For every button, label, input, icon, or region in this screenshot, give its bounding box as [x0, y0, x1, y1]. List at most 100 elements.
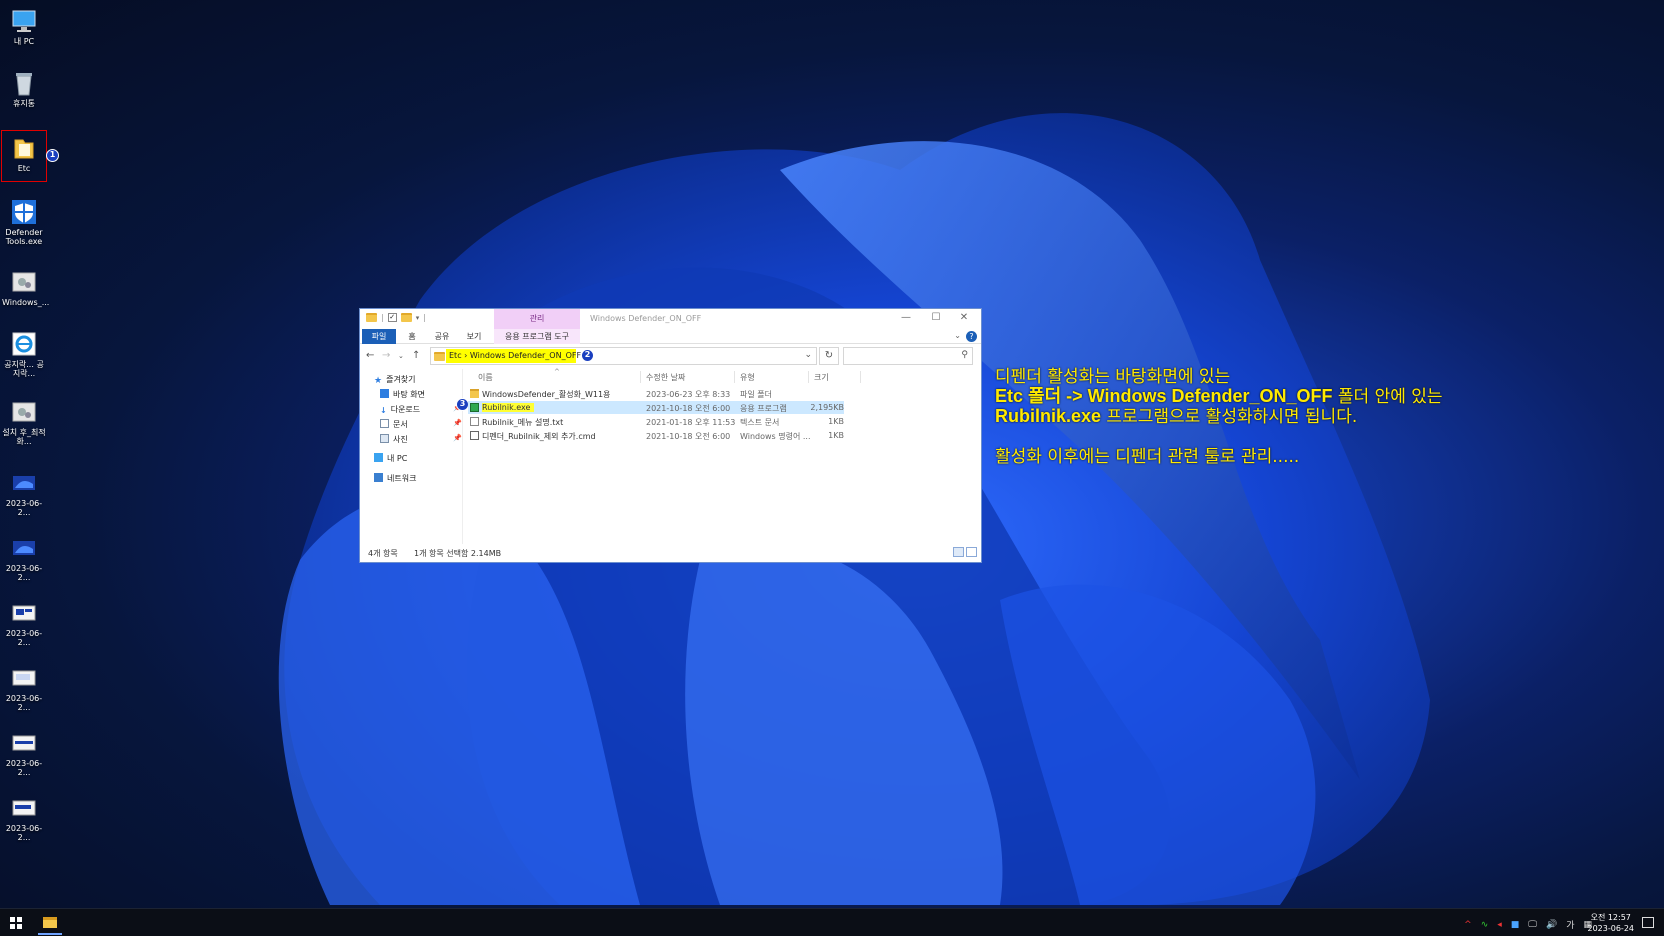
- taskbar-clock[interactable]: 오전 12:57 2023-06-24: [1588, 912, 1635, 934]
- column-separator[interactable]: [860, 371, 861, 383]
- file-type: 파일 폴더: [740, 390, 772, 399]
- nav-this-pc[interactable]: 내 PC: [374, 453, 407, 464]
- ime-indicator[interactable]: 가: [1566, 918, 1574, 931]
- view-toggle: [953, 547, 977, 557]
- taskbar-file-explorer[interactable]: [38, 911, 62, 935]
- column-header-date[interactable]: 수정한 날짜: [646, 372, 685, 383]
- navigation-pane: ★즐겨찾기 바탕 화면 ↓다운로드 문서 사진 📌 📌 📌 내 PC 네트워크 …: [360, 369, 469, 544]
- settings-file-icon: [12, 402, 36, 422]
- address-dropdown-icon[interactable]: ⌄: [804, 350, 812, 360]
- pictures-icon: [380, 434, 389, 443]
- desktop-icon-label: Windows_...: [2, 298, 50, 307]
- desktop-icon-image[interactable]: 2023-06-2...: [2, 535, 46, 582]
- desktop-icon-label: 휴지통: [12, 99, 36, 108]
- tab-file[interactable]: 파일: [362, 329, 396, 344]
- forward-arrow-icon[interactable]: →: [382, 350, 390, 361]
- properties-icon[interactable]: ✓: [387, 313, 397, 322]
- step-badge-2: 2: [581, 349, 594, 362]
- table-row[interactable]: WindowsDefender_활성화_W11용 2023-06-23 오후 8…: [468, 387, 844, 400]
- nav-network[interactable]: 네트워크: [374, 473, 416, 484]
- recent-locations-chevron-icon[interactable]: ⌄: [398, 352, 404, 360]
- title-bar[interactable]: | ✓ ▾ | 관리 Windows Defender_ON_OFF — ☐ ✕: [360, 309, 981, 329]
- network-icon: [374, 473, 383, 482]
- file-type: 응용 프로그램: [740, 404, 787, 413]
- search-input[interactable]: ⚲: [843, 347, 973, 365]
- table-row[interactable]: Rubilnik.exe 2021-10-18 오전 6:00 응용 프로그램 …: [468, 401, 844, 414]
- help-icon[interactable]: ?: [966, 331, 977, 342]
- table-row[interactable]: Rubilnik_메뉴 설명.txt 2021-01-18 오후 11:53 텍…: [468, 415, 844, 428]
- refresh-icon[interactable]: ↻: [819, 347, 839, 365]
- column-header-name[interactable]: 이름: [478, 372, 493, 383]
- tray-alert-icon[interactable]: ◂: [1497, 920, 1502, 930]
- tab-view[interactable]: 보기: [460, 329, 488, 344]
- monitor-icon: [12, 10, 36, 32]
- maximize-button[interactable]: ☐: [921, 312, 951, 323]
- desktop-icon-image[interactable]: 2023-06-2...: [2, 665, 46, 712]
- file-explorer-window[interactable]: | ✓ ▾ | 관리 Windows Defender_ON_OFF — ☐ ✕…: [359, 308, 982, 563]
- cmd-file-icon: [470, 431, 479, 440]
- desktop-icon-windows[interactable]: Windows_...: [2, 269, 50, 307]
- text-file-icon: [470, 417, 479, 426]
- desktop-icon-defender-tools[interactable]: Defender Tools.exe: [2, 199, 46, 246]
- desktop-icon-ie-shortcut[interactable]: 공지락... 공지락...: [2, 331, 46, 378]
- desktop-icon-image[interactable]: 2023-06-2...: [2, 730, 46, 777]
- desktop-icon-image[interactable]: 2023-06-2...: [2, 600, 46, 647]
- desktop-icon-recycle-bin[interactable]: 휴지통: [2, 70, 46, 108]
- desktop-icon-image[interactable]: 2023-06-2...: [2, 795, 46, 842]
- tray-display-icon[interactable]: 🖵: [1528, 920, 1537, 930]
- minimize-button[interactable]: —: [891, 312, 921, 323]
- note-bold-text: Rubilnik.exe: [995, 406, 1102, 426]
- nav-label: 즐겨찾기: [386, 375, 416, 384]
- column-header-size[interactable]: 크기: [814, 372, 829, 383]
- tab-application-tools[interactable]: 응용 프로그램 도구: [494, 329, 580, 344]
- tab-share[interactable]: 공유: [428, 329, 456, 344]
- nav-quick-access[interactable]: ★ 즐겨찾기: [374, 374, 416, 386]
- column-separator[interactable]: [808, 371, 809, 383]
- nav-label: 다운로드: [390, 405, 421, 414]
- image-file-icon: [12, 735, 36, 751]
- image-file-icon: [13, 541, 35, 555]
- desktop-icon-label: 2023-06-2...: [5, 499, 43, 517]
- large-icons-view-icon[interactable]: [966, 547, 977, 557]
- desktop-icon-etc[interactable]: Etc: [1, 130, 47, 182]
- desktop-icon-this-pc[interactable]: 내 PC: [2, 8, 46, 46]
- system-tray: ^ ∿ ◂ ■ 🖵 🔊 가 ▦: [1464, 918, 1592, 932]
- nav-documents[interactable]: 문서: [380, 419, 408, 430]
- note-text: 프로그램으로 활성화하시면 됩니다.: [1101, 407, 1358, 427]
- tab-home[interactable]: 홈: [400, 329, 424, 344]
- close-button[interactable]: ✕: [949, 312, 979, 323]
- nav-desktop[interactable]: 바탕 화면: [380, 389, 425, 400]
- back-arrow-icon[interactable]: ←: [366, 350, 374, 361]
- details-view-icon[interactable]: [953, 547, 964, 557]
- expand-ribbon-icon[interactable]: ⌄: [954, 331, 961, 340]
- search-icon: ⚲: [961, 350, 968, 360]
- nav-label: 문서: [393, 420, 408, 429]
- desktop-icon-image[interactable]: 2023-06-2...: [2, 470, 46, 517]
- column-header-type[interactable]: 유형: [740, 372, 755, 383]
- customize-toolbar-icon[interactable]: ▾: [416, 314, 420, 322]
- up-arrow-icon[interactable]: ↑: [412, 350, 420, 361]
- new-folder-icon[interactable]: [400, 313, 412, 322]
- address-bar[interactable]: Etc › Windows Defender_ON_OFF 2 ⌄: [430, 347, 817, 365]
- nav-downloads[interactable]: ↓ 다운로드: [380, 404, 420, 415]
- context-tab-manage[interactable]: 관리: [494, 309, 580, 329]
- volume-icon[interactable]: 🔊: [1546, 920, 1557, 930]
- nav-pictures[interactable]: 사진: [380, 434, 408, 445]
- folder-icon: [434, 352, 445, 361]
- folder-icon: [43, 917, 57, 928]
- desktop-icon-setup-optimize[interactable]: 설치 후_최적화...: [2, 399, 46, 446]
- file-name: Rubilnik_메뉴 설명.txt: [482, 418, 564, 427]
- shield-icon: [12, 200, 36, 224]
- windows-start-icon[interactable]: [10, 917, 22, 929]
- notification-center-icon[interactable]: [1642, 917, 1654, 928]
- tray-app-icon[interactable]: ■: [1511, 920, 1520, 930]
- table-row[interactable]: 디펜더_Rubilnik_제외 추가.cmd 2021-10-18 오전 6:0…: [468, 429, 844, 442]
- address-path[interactable]: Etc › Windows Defender_ON_OFF: [449, 351, 581, 360]
- tray-network-activity-icon[interactable]: ∿: [1481, 920, 1489, 930]
- nav-label: 바탕 화면: [393, 390, 425, 399]
- column-separator[interactable]: [640, 371, 641, 383]
- tray-arrow-icon[interactable]: ^: [1464, 920, 1472, 930]
- separator: |: [423, 313, 426, 322]
- column-separator[interactable]: [734, 371, 735, 383]
- window-title: Windows Defender_ON_OFF: [590, 314, 702, 323]
